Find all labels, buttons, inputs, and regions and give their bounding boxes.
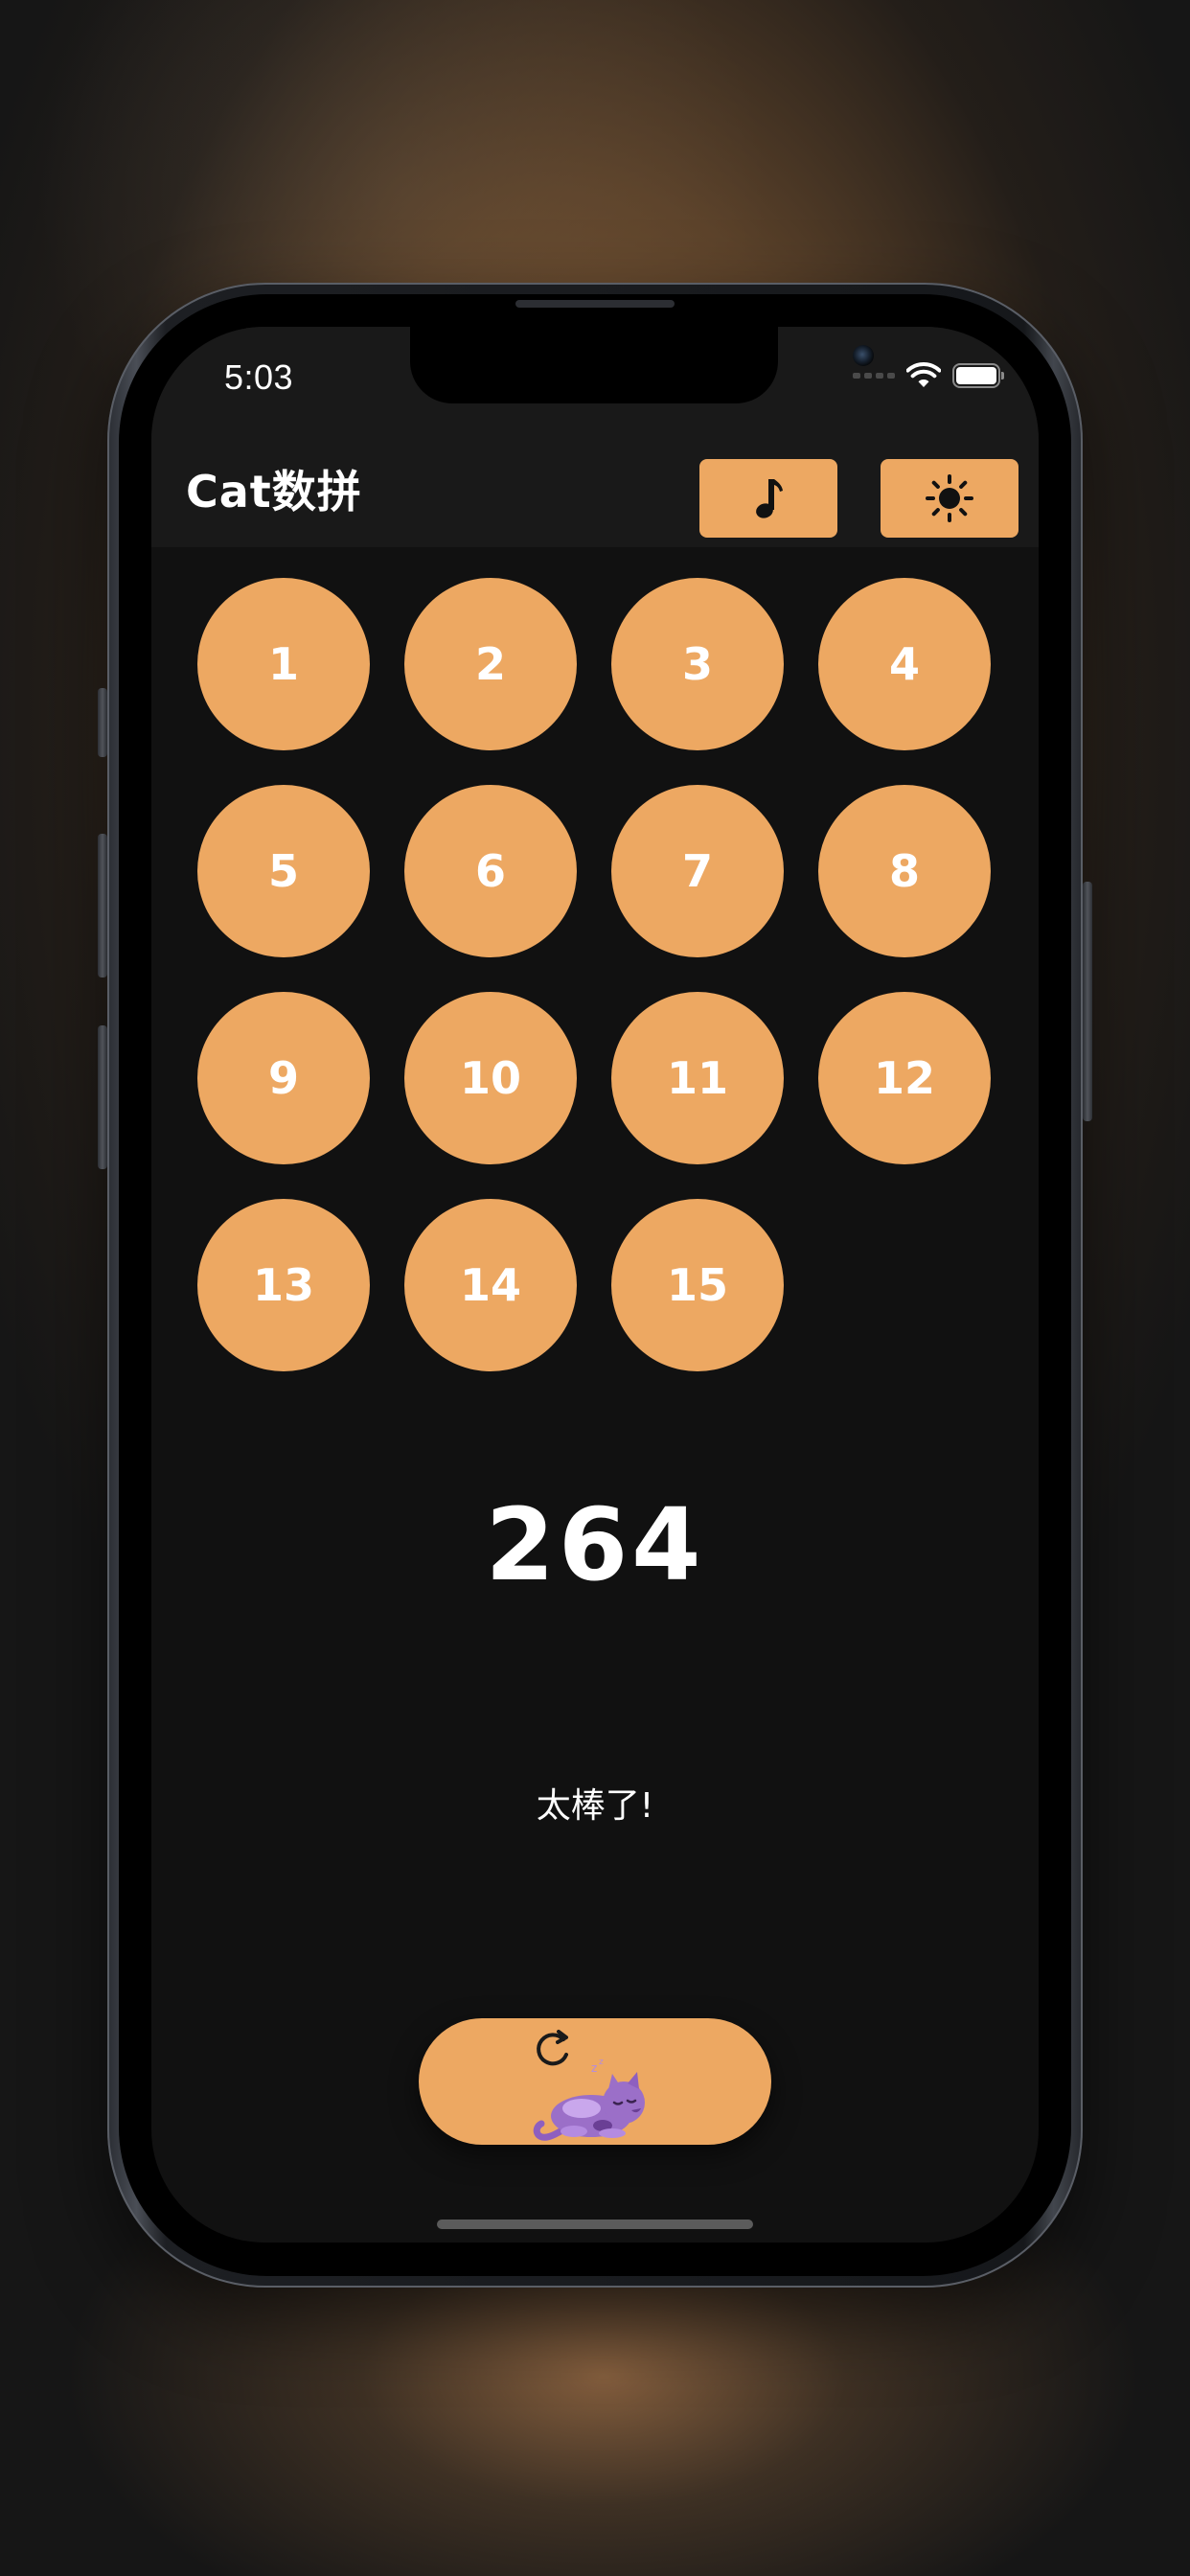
svg-text:z: z [591, 2061, 597, 2075]
wifi-icon [906, 362, 941, 387]
cellular-signal-icon [853, 373, 895, 379]
battery-icon [952, 363, 1004, 388]
power-button [1083, 882, 1092, 1121]
restart-button[interactable]: z z [419, 2018, 771, 2145]
status-icons [853, 361, 1004, 390]
puzzle-tile[interactable]: 10 [404, 992, 577, 1164]
earpiece-speaker [515, 300, 675, 308]
volume-up-button [98, 834, 107, 978]
svg-text:z: z [599, 2058, 604, 2067]
sun-icon [926, 474, 973, 522]
status-time: 5:03 [224, 357, 294, 397]
notch [410, 327, 874, 403]
puzzle-tile[interactable]: 8 [818, 785, 991, 957]
silent-switch [98, 688, 107, 757]
music-toggle-button[interactable] [699, 459, 837, 538]
volume-down-button [98, 1025, 107, 1169]
puzzle-tile[interactable]: 14 [404, 1199, 577, 1371]
puzzle-tile[interactable]: 2 [404, 578, 577, 750]
puzzle-tile[interactable]: 12 [818, 992, 991, 1164]
puzzle-tile[interactable]: 9 [197, 992, 370, 1164]
puzzle-tile[interactable]: 15 [611, 1199, 784, 1371]
theme-toggle-button[interactable] [881, 459, 1018, 538]
status-message: 太棒了! [536, 1786, 654, 1826]
puzzle-tile[interactable]: 6 [404, 785, 577, 957]
puzzle-tile[interactable]: 7 [611, 785, 784, 957]
app-header: Cat数拼 [151, 432, 1039, 547]
app-screen: 5:03 Cat数拼 1 2 3 4 5 6 7 8 9 10 11 12 13… [151, 327, 1039, 2242]
puzzle-tile[interactable]: 13 [197, 1199, 370, 1371]
puzzle-tile[interactable]: 4 [818, 578, 991, 750]
move-counter: 264 [485, 1486, 705, 1603]
battery-fill [956, 367, 996, 384]
sleeping-cat-icon: z z [533, 2058, 645, 2141]
app-title: Cat数拼 [186, 466, 362, 518]
home-indicator [437, 2220, 753, 2229]
puzzle-tile[interactable]: 5 [197, 785, 370, 957]
puzzle-tile[interactable]: 11 [611, 992, 784, 1164]
status-bar: 5:03 [151, 327, 1039, 432]
puzzle-board: 1 2 3 4 5 6 7 8 9 10 11 12 13 14 15 [197, 578, 993, 1373]
puzzle-tile[interactable]: 1 [197, 578, 370, 750]
puzzle-tile[interactable]: 3 [611, 578, 784, 750]
device-frame-background: 5:03 Cat数拼 1 2 3 4 5 6 7 8 9 10 11 12 13… [0, 0, 1190, 2576]
music-note-icon [756, 479, 783, 518]
